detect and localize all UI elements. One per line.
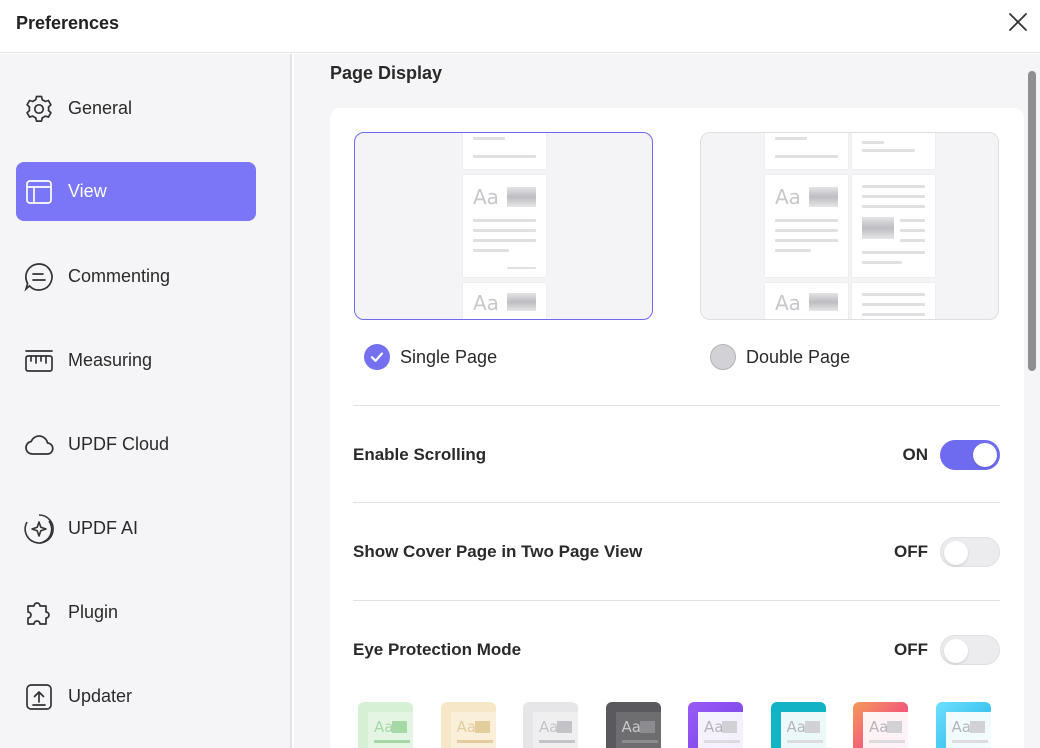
sidebar-item-label: General <box>68 98 133 118</box>
sidebar-item-plugin[interactable]: Plugin <box>16 583 256 642</box>
sidebar-item-label: Plugin <box>68 602 119 622</box>
preview-aa-text: Aa <box>775 185 801 209</box>
comment-icon <box>22 260 56 294</box>
double-page-preview[interactable]: Aa Aa <box>700 132 999 320</box>
sidebar-item-general[interactable]: General <box>16 79 256 138</box>
title-bar: Preferences <box>0 0 1040 53</box>
eye-protection-swatch[interactable]: Aa <box>935 702 991 748</box>
single-page-label: Single Page <box>400 346 498 367</box>
sidebar-item-label: Measuring <box>68 350 153 370</box>
sidebar-item-view[interactable]: View <box>16 162 256 221</box>
eye-protection-swatch[interactable]: Aa <box>440 702 496 748</box>
scrollbar-thumb[interactable] <box>1028 71 1036 371</box>
sidebar-item-label: View <box>68 181 107 201</box>
preview-aa-text: Aa <box>775 291 801 315</box>
sidebar-item-updf-ai[interactable]: UPDF AI <box>16 499 256 558</box>
main-panel: Page Display Aa Aa Aa Aa Single Page Dou… <box>294 54 1040 748</box>
swatch-aa-text: Aa <box>704 718 724 736</box>
swatch-aa-text: Aa <box>869 718 889 736</box>
gear-icon <box>22 92 56 126</box>
toggle-knob <box>973 443 997 467</box>
toggle-state-text: ON <box>902 445 929 464</box>
preview-page <box>765 133 848 169</box>
eye-protection-row: Eye Protection Mode OFF <box>353 630 1000 670</box>
section-title: Page Display <box>330 63 443 83</box>
enable-scrolling-row: Enable Scrolling ON <box>353 435 1000 475</box>
toggle-state-text: OFF <box>894 640 928 659</box>
sidebar-item-commenting[interactable]: Commenting <box>16 247 256 306</box>
preview-page: Aa <box>765 175 848 277</box>
divider <box>353 405 1000 406</box>
setting-label: Eye Protection Mode <box>353 640 522 659</box>
preview-page <box>852 133 935 169</box>
toggle-knob <box>944 541 968 565</box>
eye-protection-swatch[interactable]: Aa <box>358 702 413 748</box>
cover-page-row: Show Cover Page in Two Page View OFF <box>353 532 1000 572</box>
sidebar-item-label: Updater <box>68 686 133 706</box>
single-page-preview[interactable]: Aa Aa <box>354 132 653 320</box>
sidebar-item-label: UPDF Cloud <box>68 434 170 454</box>
radio-unchecked[interactable] <box>710 344 736 370</box>
preview-page: Aa <box>765 283 848 319</box>
update-icon <box>22 680 56 714</box>
eye-protection-toggle[interactable] <box>940 635 1000 665</box>
preview-page: Aa <box>463 175 546 277</box>
checkmark-icon <box>370 352 384 362</box>
preview-page <box>852 175 935 277</box>
setting-label: Show Cover Page in Two Page View <box>353 542 643 561</box>
double-page-label: Double Page <box>746 346 851 367</box>
toggle-knob <box>944 639 968 663</box>
sidebar-item-label: UPDF AI <box>68 518 139 538</box>
layout-icon <box>22 175 56 209</box>
setting-label: Enable Scrolling <box>353 445 487 464</box>
swatch-aa-text: Aa <box>374 718 394 736</box>
cover-page-toggle[interactable] <box>940 537 1000 567</box>
ai-sparkle-icon <box>22 512 56 546</box>
sidebar: General View Commenting Measuring UPDF C… <box>0 54 292 748</box>
sidebar-item-measuring[interactable]: Measuring <box>16 331 256 390</box>
radio-checked[interactable] <box>364 344 390 370</box>
cloud-icon <box>22 428 56 462</box>
close-icon <box>1009 13 1027 31</box>
preview-aa-text: Aa <box>473 291 499 315</box>
preview-page <box>852 283 935 319</box>
swatch-aa-text: Aa <box>621 718 641 736</box>
page-display-card: Aa Aa Aa Aa Single Page Double Page Enab… <box>330 108 1024 748</box>
sidebar-item-label: Commenting <box>68 266 171 286</box>
enable-scrolling-toggle[interactable] <box>940 440 1000 470</box>
window-title: Preferences <box>16 13 120 33</box>
eye-protection-swatch[interactable]: Aa <box>688 702 743 748</box>
eye-protection-swatch[interactable]: Aa <box>523 702 578 748</box>
preview-page <box>463 133 546 169</box>
eye-protection-swatch[interactable]: Aa <box>605 702 661 748</box>
preview-aa-text: Aa <box>473 185 499 209</box>
divider <box>353 502 1000 503</box>
swatch-aa-text: Aa <box>539 718 559 736</box>
swatch-aa-text: Aa <box>456 718 476 736</box>
ruler-icon <box>22 344 56 378</box>
single-page-option[interactable]: Single Page <box>364 344 497 370</box>
preview-page: Aa <box>463 283 546 319</box>
eye-protection-swatch[interactable]: Aa <box>853 702 908 748</box>
puzzle-icon <box>22 596 56 630</box>
close-button[interactable] <box>1006 10 1030 34</box>
double-page-option[interactable]: Double Page <box>710 344 850 370</box>
swatch-aa-text: Aa <box>951 718 971 736</box>
toggle-state-text: OFF <box>894 542 928 561</box>
divider <box>353 600 1000 601</box>
eye-protection-swatch[interactable]: Aa <box>770 702 826 748</box>
swatch-aa-text: Aa <box>786 718 806 736</box>
sidebar-item-updater[interactable]: Updater <box>16 667 256 726</box>
sidebar-item-updf-cloud[interactable]: UPDF Cloud <box>16 415 256 474</box>
